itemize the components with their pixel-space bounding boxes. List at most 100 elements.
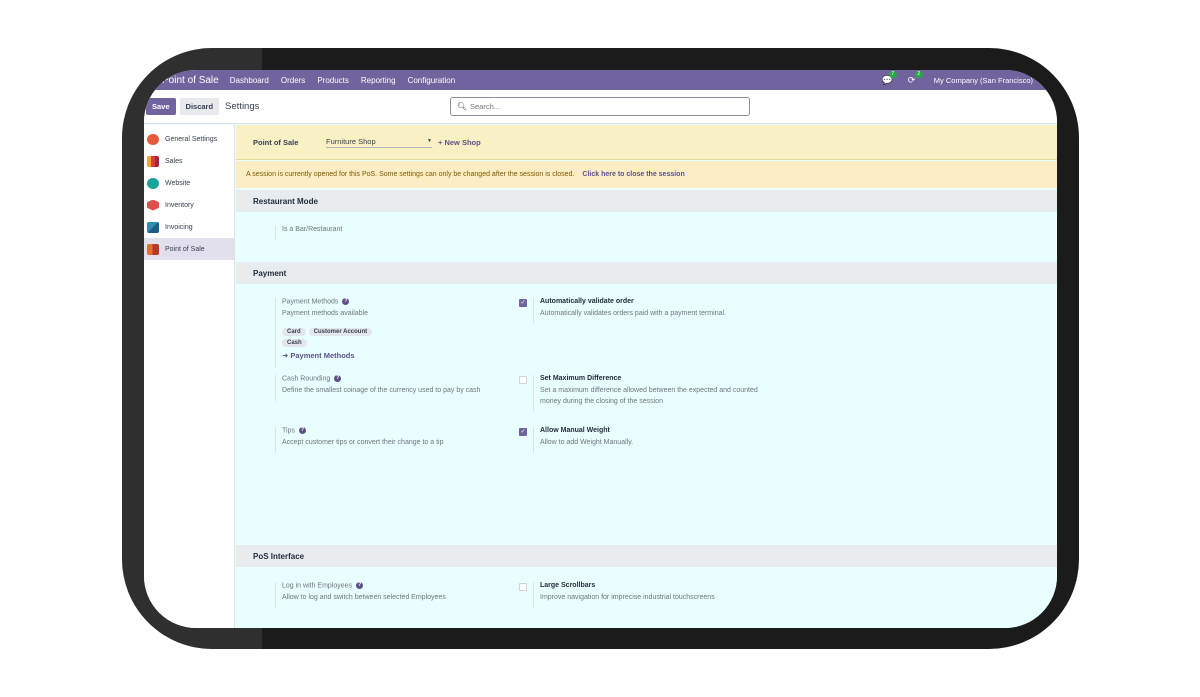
setting-desc: Payment methods available [282,310,368,318]
divider [533,427,534,453]
setting-desc: Allow to log and switch between selected… [282,594,446,602]
company-switcher[interactable]: My Company (San Francisco) [934,76,1033,85]
divider [275,226,276,240]
sidebar-item-point-of-sale[interactable]: Point of Sale [144,238,234,260]
setting-desc: Define the smallest coinage of the curre… [282,387,481,395]
sidebar-item-inventory[interactable]: Inventory [144,194,234,216]
setting-title: Log in with Employees? [282,582,512,589]
website-icon [147,177,159,189]
setting-payment-methods: Payment Methods? Payment methods availab… [275,298,512,368]
setting-title-text: Log in with Employees [282,582,353,590]
menu-configuration[interactable]: Configuration [408,76,456,85]
invoicing-icon [147,221,159,233]
setting-tips: Tips? Accept customer tips or convert th… [275,427,512,453]
setting-bar-restaurant: Is a Bar/Restaurant [275,226,482,240]
setting-title: Payment Methods? [282,298,512,305]
tag-card[interactable]: Card [282,328,306,337]
max-difference-checkbox[interactable] [519,376,527,384]
divider [275,582,276,608]
setting-title: Set Maximum Difference [540,375,622,382]
sidebar-item-label: Point of Sale [165,245,205,253]
tag-customer-account[interactable]: Customer Account [308,328,373,337]
manual-weight-checkbox[interactable]: ✓ [519,428,527,436]
shop-select-value: Furniture Shop [326,136,376,146]
section-pos-interface: PoS Interface [236,545,1057,567]
help-icon[interactable]: ? [356,582,364,589]
setting-login-employees: Log in with Employees? Allow to log and … [275,582,512,608]
divider [533,298,534,324]
sidebar-item-label: Invoicing [165,223,193,231]
sidebar-item-sales[interactable]: Sales [144,150,234,172]
setting-desc: Allow to add Weight Manually. [540,439,634,446]
sales-icon [147,155,159,167]
help-icon[interactable]: ? [298,427,306,434]
setting-manual-weight: Allow Manual Weight Allow to add Weight … [533,427,780,453]
setting-title-text: Tips [282,427,295,435]
setting-title-text: Payment Methods [282,298,339,306]
general-settings-icon [147,133,159,145]
setting-title: Cash Rounding? [282,375,512,382]
menu-products[interactable]: Products [317,76,349,85]
menu-reporting[interactable]: Reporting [361,76,396,85]
setting-desc: Accept customer tips or convert their ch… [282,439,444,447]
divider [275,427,276,453]
discard-button[interactable]: Discard [179,98,220,115]
sidebar-item-website[interactable]: Website [144,172,234,194]
menu-orders[interactable]: Orders [281,76,305,85]
control-panel: Save Discard Settings 🔍︎ [144,90,1057,124]
new-shop-button[interactable]: + New Shop [438,138,481,147]
settings-content: Point of Sale Furniture Shop ▼ + New Sho… [236,125,1057,628]
divider [533,375,534,411]
alert-message: A session is currently opened for this P… [246,171,575,178]
shop-select[interactable]: Furniture Shop ▼ [326,137,432,148]
sidebar-item-label: Website [165,179,191,187]
large-scrollbars-checkbox[interactable] [519,583,527,591]
messages-badge: 7 [888,71,897,78]
setting-large-scrollbars: Large Scrollbars Improve navigation for … [533,582,780,608]
sidebar-item-label: Inventory [165,201,194,209]
setting-cash-rounding: Cash Rounding? Define the smallest coina… [275,375,512,401]
sidebar-item-general-settings[interactable]: General Settings [144,128,234,150]
pos-selector-bar: Point of Sale Furniture Shop ▼ + New Sho… [236,125,1057,160]
setting-title: Tips? [282,427,512,434]
activity-badge: 2 [914,71,923,78]
setting-auto-validate: Automatically validate order Automatical… [533,298,780,324]
divider [533,582,534,608]
page-title: Settings [225,101,260,112]
search-input[interactable] [470,102,730,111]
chat-icon[interactable]: 💬 7 [882,71,897,85]
setting-title: Automatically validate order [540,298,634,305]
session-alert: A session is currently opened for this P… [236,161,1057,188]
help-icon[interactable]: ? [334,375,342,382]
screen: Point of Sale Dashboard Orders Products … [144,70,1057,628]
payment-method-tags: Card Customer Account Cash [282,328,512,350]
search-box[interactable]: 🔍︎ [450,97,750,116]
navbar-systray: 💬 7 ⟳ 2 My Company (San Francisco) [882,71,1033,85]
clock-icon[interactable]: ⟳ 2 [908,71,923,85]
setting-desc: Improve navigation for imprecise industr… [540,594,715,601]
setting-title-text: Cash Rounding [282,375,331,383]
inventory-icon [147,199,159,211]
setting-max-difference: Set Maximum Difference Set a maximum dif… [533,375,765,411]
section-payment: Payment [236,262,1057,284]
setting-desc: Automatically validates orders paid with… [540,310,726,317]
search-icon: 🔍︎ [456,102,468,111]
setting-title: Large Scrollbars [540,582,596,589]
setting-title[interactable]: Is a Bar/Restaurant [282,226,482,233]
section-restaurant-mode: Restaurant Mode [236,190,1057,212]
menu-dashboard[interactable]: Dashboard [230,76,269,85]
chevron-down-icon: ▼ [427,137,432,144]
save-button[interactable]: Save [146,98,176,115]
payment-methods-link[interactable]: ➜ Payment Methods [282,351,512,360]
sidebar-item-invoicing[interactable]: Invoicing [144,216,234,238]
sidebar-item-label: Sales [165,157,183,165]
auto-validate-checkbox[interactable]: ✓ [519,299,527,307]
app-name[interactable]: Point of Sale [162,75,219,86]
tag-cash[interactable]: Cash [282,339,307,348]
setting-desc: Set a maximum difference allowed between… [540,387,758,405]
help-icon[interactable]: ? [342,298,350,305]
close-session-link[interactable]: Click here to close the session [582,171,684,178]
settings-sidebar: General Settings Sales Website Inventory… [144,125,235,628]
point-of-sale-icon [147,243,159,255]
divider [275,375,276,401]
